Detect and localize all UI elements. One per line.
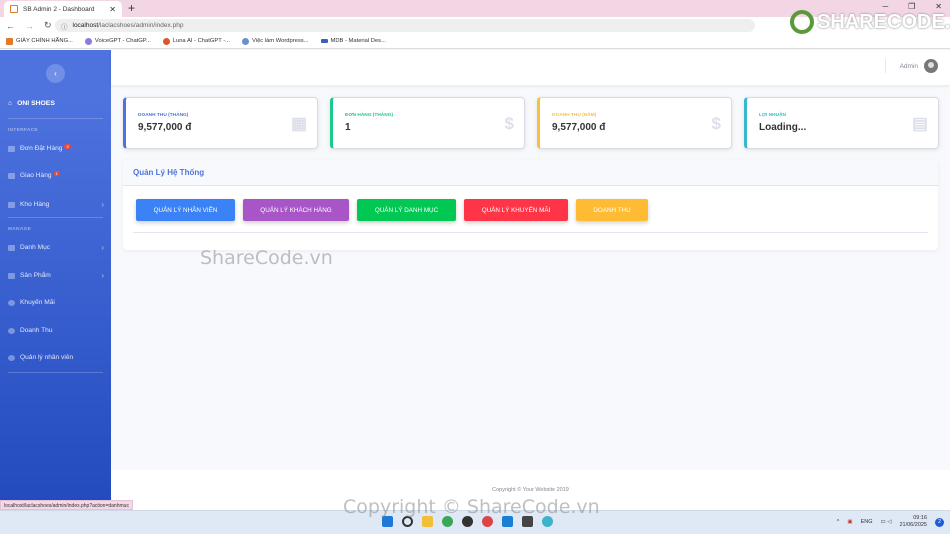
panel-title: Quản Lý Hệ Thống <box>123 160 938 186</box>
language-indicator[interactable]: ENG <box>861 519 873 525</box>
system-management-panel: Quản Lý Hệ Thống QUẢN LÝ NHÂN VIÊN QUẢN … <box>123 160 938 250</box>
home-icon: ⌂ <box>8 100 13 107</box>
sidebar: ‹ ⌂ ONI SHOES INTERFACE Đơn Đặt Hàng 2 Gia… <box>0 50 111 510</box>
topbar: Admin <box>111 50 950 85</box>
avatar <box>924 59 938 73</box>
chrome-icon[interactable] <box>442 516 453 527</box>
clipboard-icon: ▤ <box>911 114 928 133</box>
bookmark[interactable]: MDB - Material Des... <box>320 38 386 44</box>
card-monthly-revenue: Doanh thu (tháng) 9,577,000 đ ▦ <box>123 97 318 149</box>
app-icon[interactable] <box>522 516 533 527</box>
dollar-icon: $ <box>504 114 514 133</box>
file-explorer-icon[interactable] <box>422 516 433 527</box>
forward-icon[interactable]: → <box>25 21 34 31</box>
warehouse-icon <box>8 201 15 208</box>
manage-customers-button[interactable]: QUẢN LÝ KHÁCH HÀNG <box>243 199 349 221</box>
bookmark[interactable]: Luna AI - ChatGPT -... <box>162 37 230 45</box>
chevron-up-icon[interactable]: ^ <box>837 519 840 525</box>
chevron-right-icon: › <box>101 271 104 280</box>
card-yearly-revenue: Doanh thu (năm) 9,577,000 đ $ <box>537 97 732 149</box>
revenue-button[interactable]: DOANH THU <box>576 199 648 221</box>
table-icon <box>8 272 15 279</box>
bookmark[interactable]: GIÀY CHÍNH HÃNG... <box>6 37 73 45</box>
url-input[interactable]: ⓘ localhost/laclacshoes/admin/index.php <box>55 19 755 32</box>
bookmarks-bar: GIÀY CHÍNH HÃNG... VoiceGPT - ChatGP... … <box>0 34 950 49</box>
info-icon: ⓘ <box>61 23 68 31</box>
vscode-icon[interactable] <box>502 516 513 527</box>
sidebar-toggle-button[interactable]: ‹ <box>46 64 65 83</box>
app-icon[interactable] <box>462 516 473 527</box>
card-monthly-orders: Đơn hàng (tháng) 1 $ <box>330 97 525 149</box>
sidebar-item-warehouse[interactable]: Kho Hàng › <box>8 200 104 209</box>
tab-title: SB Admin 2 - Dashboard <box>23 5 95 13</box>
sidebar-item-revenue[interactable]: Doanh Thu <box>8 327 104 334</box>
sidebar-item-orders[interactable]: Đơn Đặt Hàng 2 <box>8 143 104 152</box>
calendar-icon: ▦ <box>290 114 307 133</box>
sidebar-item-delivery[interactable]: Giao Hàng 1 <box>8 170 104 179</box>
bookmark[interactable]: VoiceGPT - ChatGP... <box>84 37 151 45</box>
clock[interactable]: 09:16 21/06/2025 <box>899 515 927 529</box>
sidebar-brand[interactable]: ⌂ ONI SHOES <box>8 100 55 107</box>
favicon-icon <box>10 5 18 13</box>
sidebar-item-promotions[interactable]: Khuyến Mãi <box>8 299 104 306</box>
windows-start-icon[interactable] <box>382 516 393 527</box>
new-tab-button[interactable]: + <box>128 1 135 15</box>
manage-staff-button[interactable]: QUẢN LÝ NHÂN VIÊN <box>136 199 235 221</box>
section-heading: MANAGE <box>8 227 32 232</box>
list-icon <box>8 145 15 152</box>
folder-icon <box>8 244 15 251</box>
section-heading: INTERFACE <box>8 128 38 133</box>
speaker-icon[interactable]: ▭ ◁ <box>881 519 892 525</box>
back-icon[interactable]: ← <box>6 21 15 31</box>
search-icon[interactable] <box>402 516 413 527</box>
sharecode-logo: SHARECODE.vn <box>790 10 950 34</box>
watermark: ShareCode.vn <box>200 247 333 269</box>
manage-promotions-button[interactable]: QUẢN LÝ KHUYẾN MÃI <box>464 199 568 221</box>
gear-icon <box>8 354 15 361</box>
reload-icon[interactable]: ↻ <box>44 20 52 31</box>
badge: 2 <box>64 143 71 149</box>
badge: 1 <box>53 170 60 176</box>
footer: Copyright © Your Website 2019 <box>111 470 950 510</box>
notification-badge[interactable]: 2 <box>935 517 944 527</box>
antivirus-icon[interactable]: ▣ <box>847 519 852 525</box>
sidebar-item-categories[interactable]: Danh Mục › <box>8 243 104 252</box>
card-profit: Lợi nhuận Loading... ▤ <box>744 97 939 149</box>
close-tab-icon[interactable]: ✕ <box>109 5 116 14</box>
gear-icon <box>8 327 15 334</box>
user-menu[interactable]: Admin <box>884 59 938 73</box>
truck-icon <box>8 172 15 179</box>
sidebar-item-products[interactable]: Sản Phẩm › <box>8 271 104 280</box>
sidebar-item-staff[interactable]: Quản lý nhân viên <box>8 354 104 361</box>
dollar-icon: $ <box>711 114 721 133</box>
chevron-right-icon: › <box>101 200 104 209</box>
bookmark[interactable]: Việc làm Wordpress... <box>242 37 309 45</box>
manage-categories-button[interactable]: QUẢN LÝ DANH MỤC <box>357 199 456 221</box>
taskbar: ^ ▣ ENG ▭ ◁ 09:16 21/06/2025 2 <box>0 510 950 534</box>
globe-icon[interactable] <box>542 516 553 527</box>
status-url: localhost/laclacshoes/admin/index.php?ac… <box>0 500 133 510</box>
chevron-right-icon: › <box>101 243 104 252</box>
browser-tab[interactable]: SB Admin 2 - Dashboard ✕ <box>4 1 122 17</box>
chrome-icon[interactable] <box>482 516 493 527</box>
gear-icon <box>8 299 15 306</box>
